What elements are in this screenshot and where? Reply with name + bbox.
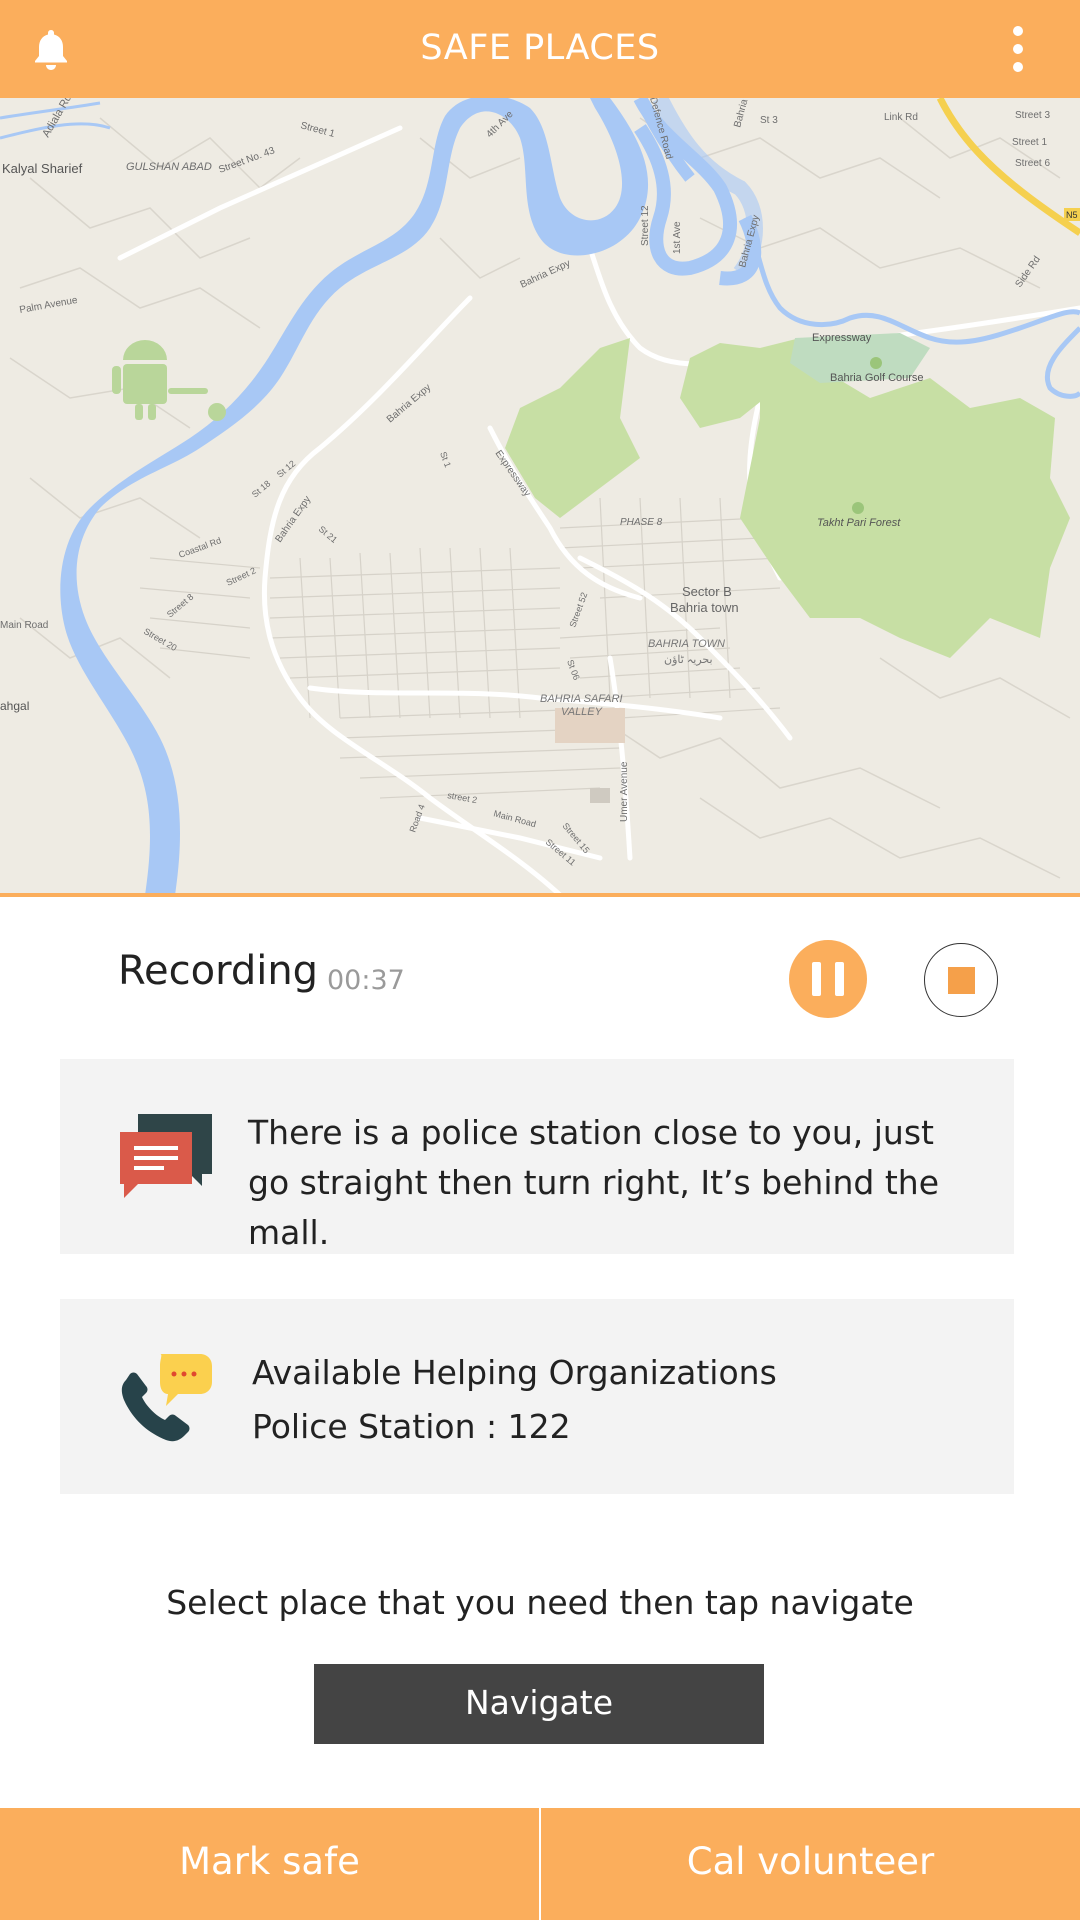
map-label: N5 (1066, 210, 1078, 220)
more-vertical-icon[interactable] (1006, 24, 1030, 74)
recording-label: Recording (118, 948, 319, 994)
map-label: Takht Pari Forest (817, 517, 901, 529)
map-label: Street 12 (640, 205, 651, 246)
map-label: BAHRIA SAFARI (540, 693, 623, 705)
map-divider (0, 893, 1080, 897)
map-label: Kalyal Sharief (2, 161, 83, 176)
map-label: بحریہ ٹاؤن (664, 654, 713, 666)
navigate-button[interactable]: Navigate (314, 1664, 764, 1744)
map-label: St 3 (760, 115, 778, 126)
stop-button[interactable] (924, 943, 998, 1017)
map-label: Street 3 (1015, 110, 1050, 121)
map-label: Main Road (0, 620, 48, 631)
map-label: VALLEY (561, 706, 603, 718)
phone-chat-icon (120, 1354, 212, 1442)
map-label: Expressway (812, 332, 872, 344)
map-label: Sector B (682, 584, 732, 599)
map-label: Bahria town (670, 600, 739, 615)
pause-button[interactable] (789, 940, 867, 1018)
map-label: Street 6 (1015, 158, 1050, 169)
police-station-number[interactable]: Police Station : 122 (252, 1400, 777, 1454)
stop-icon (948, 967, 975, 994)
top-bar: SAFE PLACES (0, 0, 1080, 98)
map-label: ahgal (0, 699, 29, 713)
map-label: BAHRIA TOWN (648, 638, 725, 650)
map-label: Street 1 (1012, 137, 1047, 148)
message-text: There is a police station close to you, … (248, 1113, 940, 1252)
map-label: GULSHAN ABAD (126, 161, 212, 173)
call-volunteer-button[interactable]: Cal volunteer (541, 1808, 1080, 1920)
organizations-card[interactable]: Available Helping Organizations Police S… (60, 1299, 1014, 1494)
map-label: Bahria Golf Course (830, 372, 924, 384)
map-label: Umer Avenue (619, 761, 630, 822)
map-label: 1st Ave (672, 221, 683, 254)
map-label: PHASE 8 (620, 517, 663, 528)
map-view[interactable]: Adiala Rd Kalyal Sharief GULSHAN ABAD St… (0, 98, 1080, 895)
bottom-action-bar: Mark safe Cal volunteer (0, 1808, 1080, 1920)
mark-safe-button[interactable]: Mark safe (0, 1808, 539, 1920)
chat-bubbles-icon (120, 1114, 212, 1199)
pause-icon (812, 962, 821, 996)
organizations-title: Available Helping Organizations (252, 1353, 777, 1392)
message-card: There is a police station close to you, … (60, 1059, 1014, 1254)
map-label: Link Rd (884, 112, 918, 123)
organizations-info: Available Helping Organizations Police S… (252, 1346, 777, 1454)
page-title: SAFE PLACES (420, 28, 660, 68)
recording-timer: 00:37 (327, 965, 405, 996)
instruction-text: Select place that you need then tap navi… (166, 1583, 914, 1622)
